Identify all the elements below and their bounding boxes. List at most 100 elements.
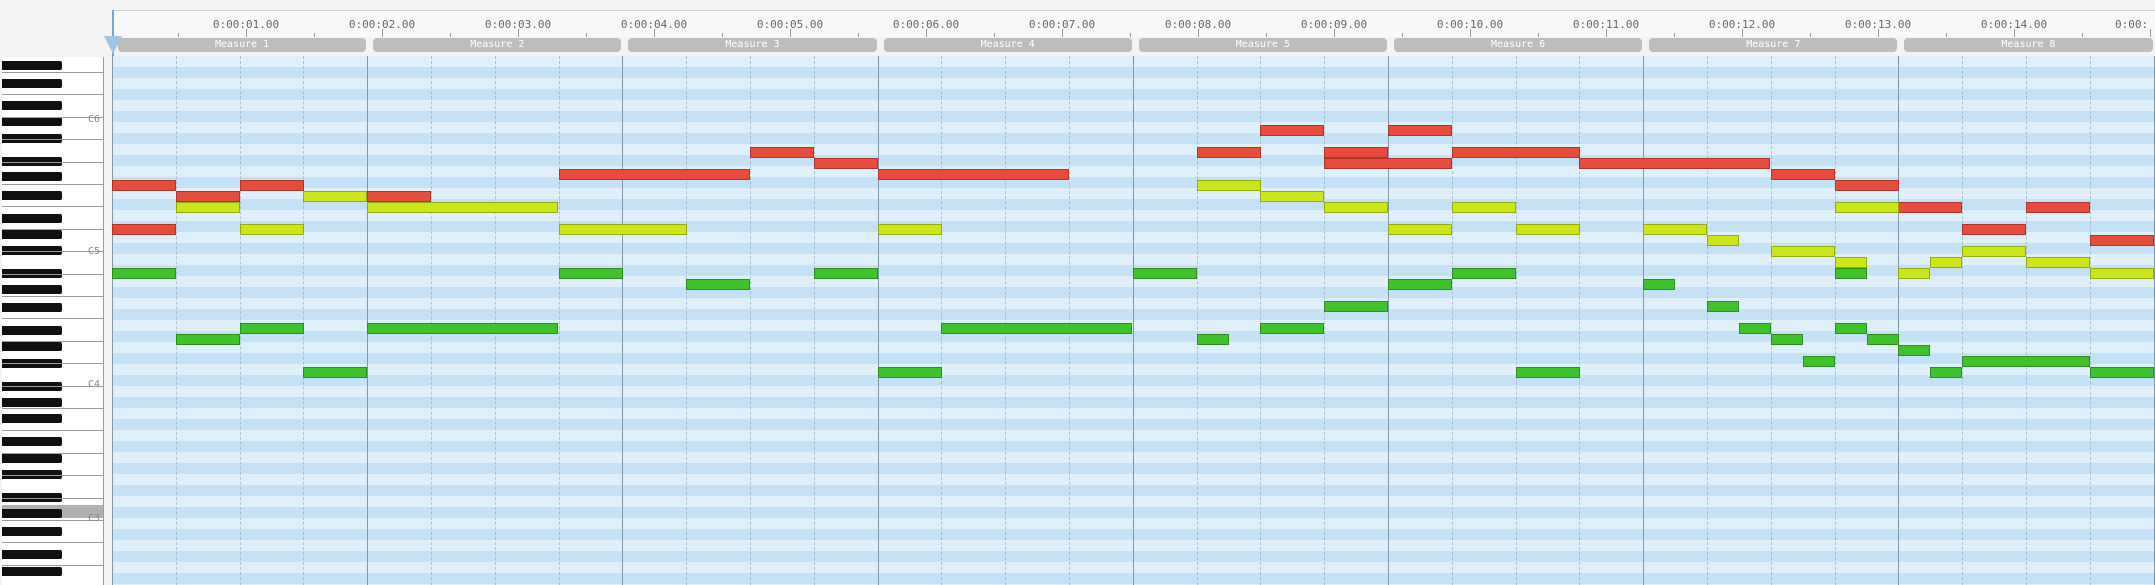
note-yellow[interactable] xyxy=(1516,224,1580,235)
black-key[interactable] xyxy=(2,509,62,518)
black-key[interactable] xyxy=(2,79,62,88)
black-key[interactable] xyxy=(2,550,62,559)
black-key[interactable] xyxy=(2,326,62,335)
note-red[interactable] xyxy=(176,191,240,202)
note-red[interactable] xyxy=(367,191,431,202)
note-red[interactable] xyxy=(240,180,304,191)
measure-tab[interactable]: Measure 8 xyxy=(1904,38,2153,52)
measure-tab[interactable]: Measure 7 xyxy=(1649,38,1898,52)
note-yellow[interactable] xyxy=(559,224,687,235)
note-yellow[interactable] xyxy=(176,202,240,213)
black-key[interactable] xyxy=(2,342,62,351)
note-green[interactable] xyxy=(112,268,176,279)
note-green[interactable] xyxy=(686,279,750,290)
black-key[interactable] xyxy=(2,61,62,70)
note-yellow[interactable] xyxy=(1388,224,1452,235)
black-key[interactable] xyxy=(2,398,62,407)
note-green[interactable] xyxy=(1739,323,1771,334)
note-red[interactable] xyxy=(559,169,750,180)
note-yellow[interactable] xyxy=(1835,202,1899,213)
note-yellow[interactable] xyxy=(367,202,558,213)
note-red[interactable] xyxy=(1197,147,1261,158)
note-green[interactable] xyxy=(367,323,558,334)
note-yellow[interactable] xyxy=(1898,268,1930,279)
note-green[interactable] xyxy=(2090,367,2154,378)
note-red[interactable] xyxy=(112,180,176,191)
black-key[interactable] xyxy=(2,285,62,294)
note-yellow[interactable] xyxy=(240,224,304,235)
black-key[interactable] xyxy=(2,117,62,126)
black-key[interactable] xyxy=(2,191,62,200)
note-red[interactable] xyxy=(878,169,1069,180)
black-key[interactable] xyxy=(2,454,62,463)
measure-tab[interactable]: Measure 1 xyxy=(118,38,367,52)
note-red[interactable] xyxy=(1388,125,1452,136)
note-red[interactable] xyxy=(1962,224,2026,235)
measure-tab[interactable]: Measure 6 xyxy=(1394,38,1643,52)
note-yellow[interactable] xyxy=(878,224,942,235)
note-green[interactable] xyxy=(176,334,240,345)
measure-tab[interactable]: Measure 4 xyxy=(883,38,1132,52)
note-green[interactable] xyxy=(878,367,942,378)
black-key[interactable] xyxy=(2,214,62,223)
note-yellow[interactable] xyxy=(2090,268,2154,279)
note-green[interactable] xyxy=(1452,268,1516,279)
note-red[interactable] xyxy=(112,224,176,235)
note-yellow[interactable] xyxy=(1324,202,1388,213)
note-yellow[interactable] xyxy=(1962,246,2026,257)
note-red[interactable] xyxy=(1260,125,1324,136)
note-yellow[interactable] xyxy=(2026,257,2090,268)
note-green[interactable] xyxy=(1707,301,1739,312)
note-red[interactable] xyxy=(814,158,878,169)
measure-tab[interactable]: Measure 2 xyxy=(373,38,622,52)
piano-keyboard[interactable]: C6 C5 C4 C3 xyxy=(2,57,104,585)
note-green[interactable] xyxy=(1388,279,1452,290)
note-green[interactable] xyxy=(1867,334,1899,345)
note-green[interactable] xyxy=(1324,301,1388,312)
note-green[interactable] xyxy=(240,323,304,334)
note-red[interactable] xyxy=(1835,180,1899,191)
black-key[interactable] xyxy=(2,172,62,181)
note-yellow[interactable] xyxy=(303,191,367,202)
black-key[interactable] xyxy=(2,437,62,446)
note-yellow[interactable] xyxy=(1835,257,1867,268)
note-green[interactable] xyxy=(1835,323,1867,334)
note-red[interactable] xyxy=(1579,158,1770,169)
black-key[interactable] xyxy=(2,567,62,576)
note-green[interactable] xyxy=(1133,268,1197,279)
note-red[interactable] xyxy=(2090,235,2154,246)
timeline-ruler[interactable]: 0:00:01.00 0:00:02.00 0:00:03.00 0:00:04.00… xyxy=(112,10,2155,38)
black-key[interactable] xyxy=(2,230,62,239)
note-green[interactable] xyxy=(941,323,1132,334)
note-yellow[interactable] xyxy=(1452,202,1516,213)
note-green[interactable] xyxy=(1260,323,1324,334)
note-red[interactable] xyxy=(1324,147,1388,158)
note-green[interactable] xyxy=(1898,345,1930,356)
note-red[interactable] xyxy=(1771,169,1835,180)
note-grid[interactable] xyxy=(112,56,2155,585)
playhead-marker-icon[interactable] xyxy=(104,36,122,54)
note-red[interactable] xyxy=(2026,202,2090,213)
note-red[interactable] xyxy=(1898,202,1962,213)
measure-tab[interactable]: Measure 5 xyxy=(1138,38,1387,52)
note-green[interactable] xyxy=(1803,356,1835,367)
note-yellow[interactable] xyxy=(1930,257,1962,268)
note-yellow[interactable] xyxy=(1643,224,1707,235)
measure-tab[interactable]: Measure 3 xyxy=(628,38,877,52)
black-key[interactable] xyxy=(2,101,62,110)
note-red[interactable] xyxy=(750,147,814,158)
note-green[interactable] xyxy=(1516,367,1580,378)
measure-bar[interactable]: Measure 1 Measure 2 Measure 3 Measure 4 Meas… xyxy=(112,37,2155,54)
note-green[interactable] xyxy=(1771,334,1803,345)
note-green[interactable] xyxy=(1197,334,1229,345)
note-yellow[interactable] xyxy=(1197,180,1261,191)
note-yellow[interactable] xyxy=(1707,235,1739,246)
black-key[interactable] xyxy=(2,303,62,312)
note-green[interactable] xyxy=(1835,268,1867,279)
black-key[interactable] xyxy=(2,414,62,423)
note-green[interactable] xyxy=(1643,279,1675,290)
note-red[interactable] xyxy=(1452,147,1580,158)
note-green[interactable] xyxy=(814,268,878,279)
black-key[interactable] xyxy=(2,527,62,536)
note-green[interactable] xyxy=(1930,367,1962,378)
